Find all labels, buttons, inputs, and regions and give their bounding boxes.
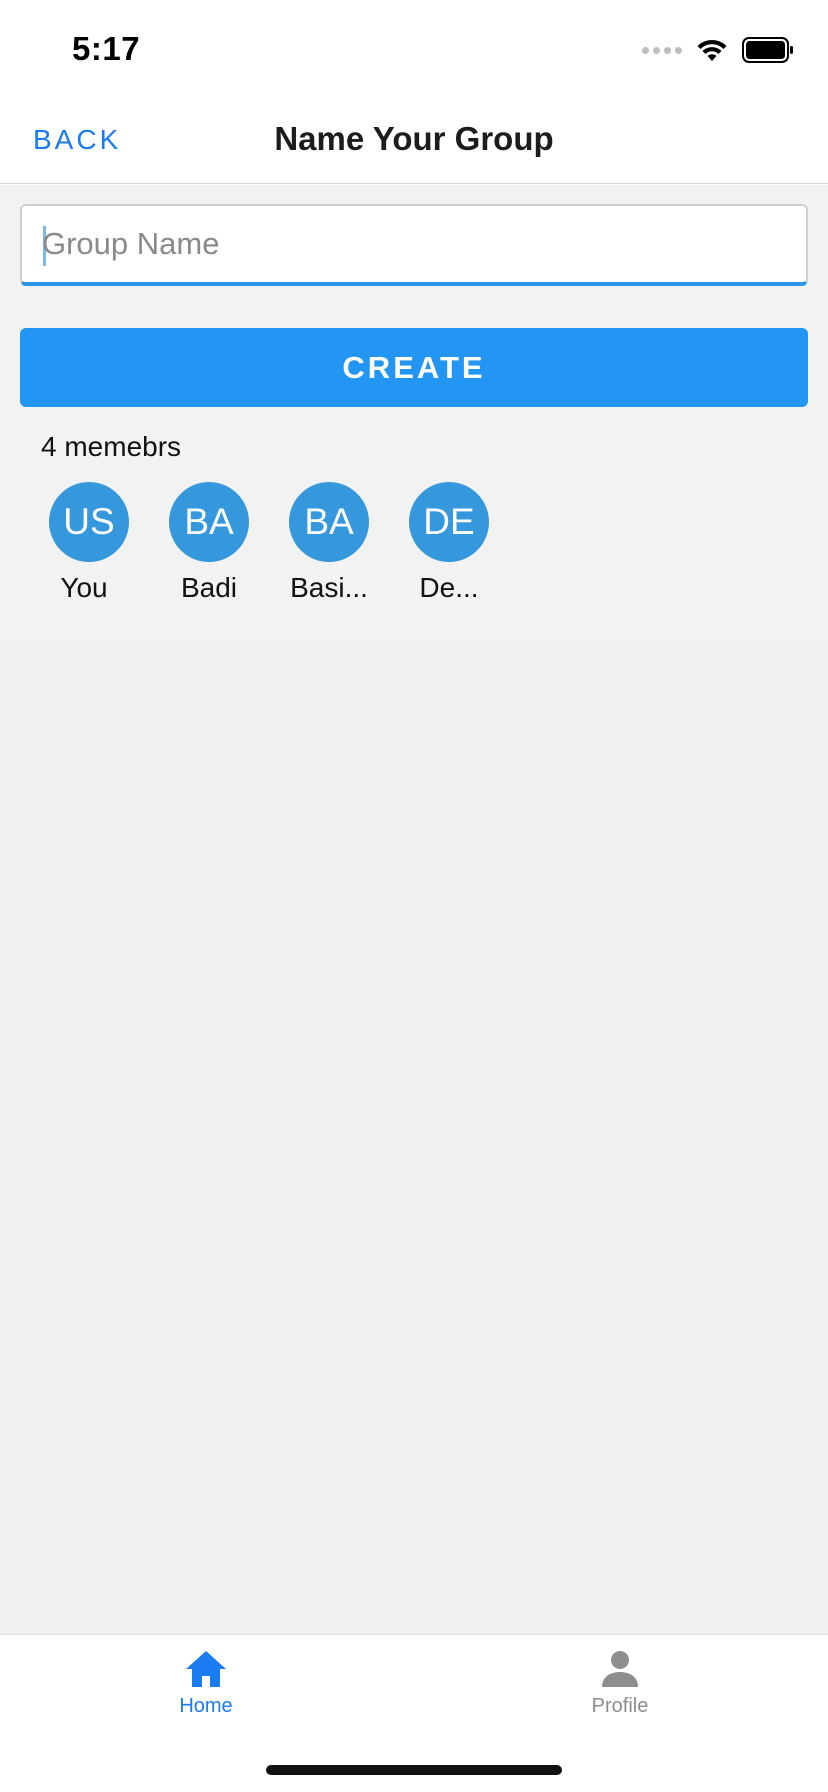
tab-home[interactable]: Home — [106, 1649, 306, 1718]
member-item[interactable]: BA Basi... — [284, 482, 374, 604]
tab-home-label: Home — [179, 1695, 233, 1717]
avatar: BA — [169, 482, 249, 562]
member-item[interactable]: BA Badi — [164, 482, 254, 604]
member-name: You — [60, 572, 108, 603]
member-item[interactable]: DE De... — [404, 482, 494, 604]
page-title: Name Your Group — [274, 120, 554, 157]
status-time: 5:17 — [72, 30, 141, 67]
home-indicator — [266, 1765, 562, 1775]
members-count: 4 memebrs — [41, 431, 182, 462]
avatar: DE — [409, 482, 489, 562]
tab-profile[interactable]: Profile — [520, 1649, 720, 1718]
member-name: Basi... — [290, 572, 368, 603]
empty-area — [0, 645, 828, 1634]
person-icon — [602, 1651, 638, 1687]
avatar: US — [49, 482, 129, 562]
cellular-signal-icon — [642, 46, 682, 54]
member-name: Badi — [180, 572, 238, 603]
battery-icon — [742, 37, 793, 63]
member-item[interactable]: US You — [44, 482, 134, 604]
member-name: De... — [419, 572, 479, 603]
tab-profile-label: Profile — [591, 1695, 649, 1717]
create-button[interactable]: CREATE — [20, 328, 808, 407]
group-name-input[interactable] — [42, 220, 782, 268]
status-icons — [642, 36, 794, 64]
navigation-header: BACK Name Your Group — [0, 96, 828, 184]
wifi-icon — [697, 39, 727, 61]
avatar: BA — [289, 482, 369, 562]
status-bar: 5:17 — [0, 0, 828, 96]
group-form: CREATE 4 memebrs US You BA Badi BA Basi.… — [0, 185, 828, 645]
group-name-field[interactable] — [20, 204, 808, 286]
home-icon — [186, 1651, 226, 1687]
